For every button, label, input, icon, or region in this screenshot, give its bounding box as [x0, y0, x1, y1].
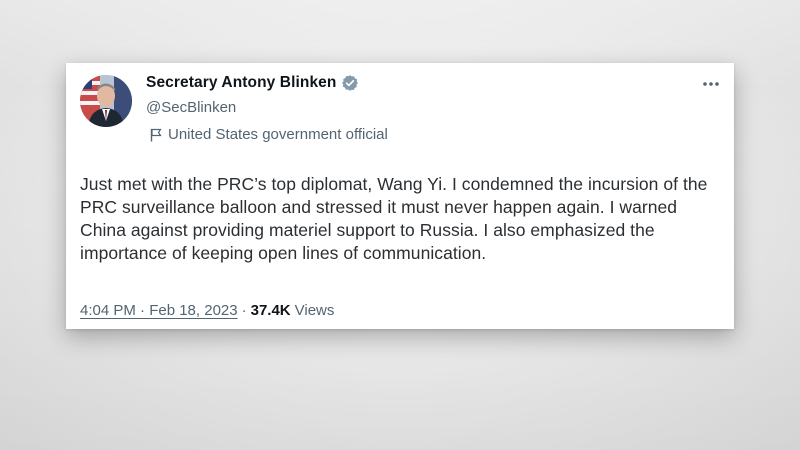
avatar[interactable] — [80, 75, 132, 127]
display-name-row: Secretary Antony Blinken — [146, 74, 359, 92]
tweet-meta: 4:04 PM · Feb 18, 2023 · 37.4K Views — [80, 302, 334, 319]
tweet-card[interactable]: Secretary Antony Blinken @SecBlinken Uni… — [66, 63, 734, 329]
views-label: Views — [294, 302, 335, 319]
separator: · — [241, 302, 247, 319]
government-label-text: United States government official — [168, 126, 388, 143]
verified-badge-icon — [341, 74, 359, 92]
flag-icon — [150, 128, 162, 142]
more-horizontal-icon[interactable] — [702, 75, 720, 91]
tweet-text: Just met with the PRC’s top diplomat, Wa… — [80, 174, 708, 263]
timestamp-link[interactable]: 4:04 PM · Feb 18, 2023 — [80, 302, 238, 319]
government-label[interactable]: United States government official — [150, 126, 388, 143]
display-name[interactable]: Secretary Antony Blinken — [146, 74, 336, 92]
handle[interactable]: @SecBlinken — [146, 99, 236, 116]
views-count[interactable]: 37.4K — [251, 302, 291, 319]
